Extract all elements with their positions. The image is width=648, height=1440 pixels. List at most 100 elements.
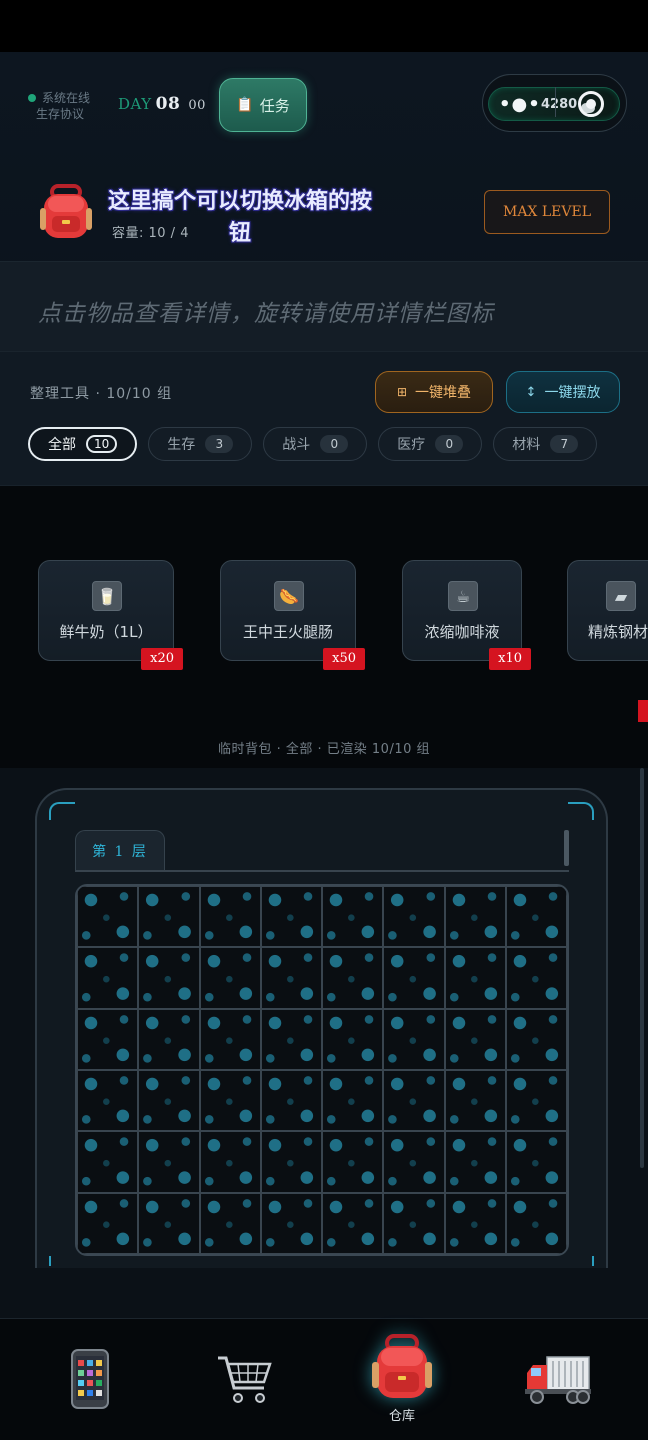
frame-corner (568, 802, 594, 820)
storage-grid-area: 第 1 层 (0, 768, 648, 1318)
grid-cell[interactable] (138, 1192, 200, 1254)
grid-cell[interactable] (138, 886, 200, 948)
grid-cell[interactable] (138, 947, 200, 1009)
item-card[interactable]: ▰ 精炼钢材 (567, 560, 648, 661)
grid-cell[interactable] (138, 1131, 200, 1193)
sausage-icon: 🌭 (274, 581, 304, 611)
nav-warehouse[interactable] (362, 1327, 442, 1407)
grid-cell[interactable] (199, 886, 261, 948)
tab-scrollbar[interactable] (564, 830, 569, 866)
grid-cell[interactable] (505, 886, 567, 948)
frame-corner (49, 802, 75, 820)
grid-cell[interactable] (260, 1008, 322, 1070)
mini-program-capsule: 4280 •●• (482, 74, 627, 132)
max-level-button[interactable]: MAX LEVEL (484, 190, 610, 234)
grid-cell[interactable] (383, 1131, 445, 1193)
filter-medical[interactable]: 医疗 0 (378, 427, 483, 461)
filter-label: 医疗 (397, 437, 426, 453)
grid-cell[interactable] (505, 1069, 567, 1132)
grid-cell[interactable] (444, 1192, 506, 1254)
close-target-icon[interactable] (578, 91, 604, 117)
frame-corner (49, 1256, 75, 1266)
hint-banner: 点击物品查看详情，旋转请使用详情栏图标 (0, 262, 648, 352)
grid-cell[interactable] (260, 1069, 322, 1132)
grid-cell[interactable] (505, 1131, 567, 1193)
grid-cell[interactable] (260, 886, 322, 948)
grid-cell[interactable] (77, 886, 139, 948)
online-dot-icon (28, 94, 36, 102)
item-card[interactable]: 🥛 鲜牛奶（1L） x20 (38, 560, 183, 670)
grid-cell[interactable] (260, 1192, 322, 1254)
grid-cell[interactable] (77, 1069, 139, 1132)
grid-cell[interactable] (383, 1192, 445, 1254)
steel-icon: ▰ (606, 581, 636, 611)
clipboard-icon: 📋 (236, 97, 254, 113)
grid-cell[interactable] (383, 1069, 445, 1132)
nav-shop[interactable] (205, 1339, 285, 1419)
grid-cell[interactable] (138, 1069, 200, 1132)
task-button-label: 任务 (259, 96, 290, 115)
filter-label: 材料 (512, 437, 541, 453)
grid-cell[interactable] (260, 1131, 322, 1193)
grid-cell[interactable] (322, 1131, 384, 1193)
backpack-icon (40, 184, 92, 238)
stack-all-button[interactable]: ⊞ 一键堆叠 (375, 371, 493, 413)
item-card[interactable]: 🌭 王中王火腿肠 x50 (220, 560, 365, 670)
grid-cell[interactable] (444, 1131, 506, 1193)
filter-count: 10 (86, 435, 118, 453)
grid-cell[interactable] (199, 1192, 261, 1254)
cart-icon (218, 1356, 272, 1403)
filter-label: 全部 (48, 437, 76, 453)
annotation-overlay: 这里搞个可以切换冰箱的按钮 (107, 189, 372, 246)
grid-cell[interactable] (505, 1008, 567, 1070)
grid-cell[interactable] (322, 947, 384, 1009)
filter-count: 3 (205, 435, 234, 453)
grid-cell[interactable] (444, 947, 506, 1009)
item-card[interactable]: ☕ 浓缩咖啡液 x10 (402, 560, 531, 670)
arrange-all-label: 一键摆放 (544, 385, 601, 401)
tab-divider (75, 870, 569, 872)
grid-cell[interactable] (77, 1131, 139, 1193)
grid-cell[interactable] (444, 886, 506, 948)
tab-layer-1[interactable]: 第 1 层 (75, 830, 165, 870)
grid-cell[interactable] (77, 1192, 139, 1254)
nav-transport[interactable] (518, 1339, 598, 1419)
sort-arrows-icon: ↕ (525, 384, 537, 400)
grid-cell[interactable] (138, 1008, 200, 1070)
grid-cell[interactable] (444, 1069, 506, 1132)
filter-combat[interactable]: 战斗 0 (263, 427, 368, 461)
day-suffix: 00 (188, 98, 206, 113)
arrange-all-button[interactable]: ↕ 一键摆放 (506, 371, 620, 413)
grid-cell[interactable] (444, 1008, 506, 1070)
grid-cell[interactable] (77, 1008, 139, 1070)
filter-survival[interactable]: 生存 3 (148, 427, 253, 461)
grid-cell[interactable] (199, 1008, 261, 1070)
filter-count: 0 (320, 435, 349, 453)
grid-icon: ⊞ (396, 385, 408, 399)
grid-cell[interactable] (322, 1008, 384, 1070)
grid-cell[interactable] (199, 1131, 261, 1193)
day-number: 08 (155, 94, 181, 114)
more-dots-icon[interactable]: •●• (499, 96, 541, 114)
grid-cell[interactable] (322, 886, 384, 948)
grid-cell[interactable] (505, 947, 567, 1009)
grid-cell[interactable] (383, 947, 445, 1009)
page-scrollbar[interactable] (640, 768, 644, 1168)
grid-cell[interactable] (199, 1069, 261, 1132)
filter-materials[interactable]: 材料 7 (493, 427, 598, 461)
grid-cell[interactable] (383, 886, 445, 948)
task-button[interactable]: 📋 任务 (219, 78, 307, 132)
grid-cell[interactable] (322, 1192, 384, 1254)
grid-cell[interactable] (199, 947, 261, 1009)
filter-label: 生存 (167, 437, 196, 453)
nav-phone[interactable] (50, 1339, 130, 1419)
item-quantity-badge: x10 (489, 648, 531, 670)
grid-cell[interactable] (505, 1192, 567, 1254)
grid-cell[interactable] (383, 1008, 445, 1070)
phone-icon (71, 1349, 109, 1409)
grid-cell[interactable] (260, 947, 322, 1009)
filter-all[interactable]: 全部 10 (28, 427, 138, 461)
grid-cell[interactable] (322, 1069, 384, 1132)
item-quantity-badge: x20 (141, 648, 183, 670)
grid-cell[interactable] (77, 947, 139, 1009)
